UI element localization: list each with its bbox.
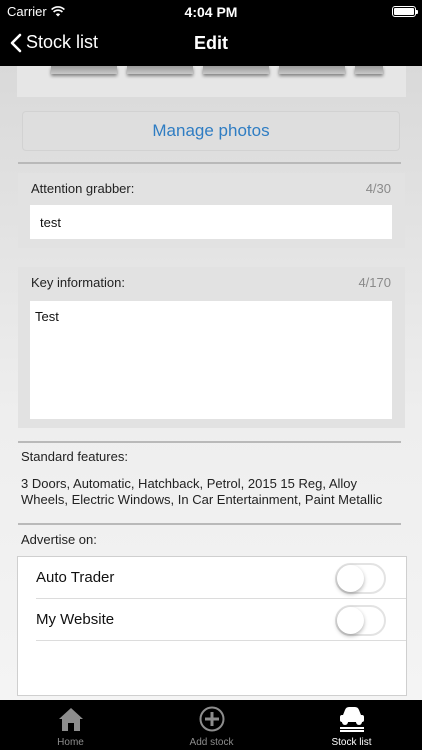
- add-circle-icon: [141, 706, 282, 737]
- divider: [18, 441, 401, 443]
- attention-grabber-input[interactable]: [30, 205, 392, 239]
- photo-thumbnail[interactable]: [127, 66, 193, 74]
- edit-form: Manage photos Attention grabber: 4/30 Ke…: [0, 66, 422, 700]
- chevron-left-icon: [10, 33, 22, 52]
- switch-knob: [337, 565, 364, 592]
- key-information-count: 4/170: [358, 275, 391, 290]
- auto-trader-label: Auto Trader: [36, 569, 115, 586]
- photo-thumbnail[interactable]: [279, 66, 345, 74]
- auto-trader-switch[interactable]: [335, 563, 386, 594]
- tab-bar: Home Add stock Stock list: [0, 700, 422, 750]
- row-separator: [36, 640, 406, 641]
- key-information-label: Key information:: [31, 275, 125, 290]
- tab-home[interactable]: Home: [0, 700, 141, 750]
- photo-thumbnail[interactable]: [203, 66, 269, 74]
- advertise-options: Auto Trader My Website: [17, 556, 407, 696]
- key-information-textarea[interactable]: Test: [30, 301, 392, 419]
- photo-strip[interactable]: [17, 66, 406, 97]
- tab-add-stock[interactable]: Add stock: [141, 700, 282, 750]
- navigation-bar: Stock list Edit: [0, 22, 422, 66]
- tab-add-stock-label: Add stock: [189, 737, 234, 748]
- standard-features-text: 3 Doors, Automatic, Hatchback, Petrol, 2…: [21, 476, 383, 507]
- attention-grabber-label: Attention grabber:: [31, 181, 135, 196]
- standard-features-label: Standard features:: [21, 449, 128, 464]
- status-bar: Carrier 4:04 PM: [0, 0, 422, 22]
- tab-stock-list[interactable]: Stock list: [281, 700, 422, 750]
- attention-grabber-count: 4/30: [365, 181, 391, 196]
- divider: [18, 162, 401, 164]
- my-website-label: My Website: [36, 611, 115, 628]
- back-button-label: Stock list: [26, 32, 99, 52]
- car-list-icon: [281, 706, 422, 737]
- key-information-panel: Key information: 4/170 Test: [18, 267, 405, 428]
- tab-stock-list-label: Stock list: [331, 737, 372, 748]
- status-time: 4:04 PM: [184, 4, 238, 20]
- home-icon: [0, 706, 141, 737]
- photo-thumbnail[interactable]: [51, 66, 117, 74]
- attention-grabber-panel: Attention grabber: 4/30: [18, 173, 405, 248]
- switch-knob: [337, 607, 364, 634]
- my-website-switch[interactable]: [335, 605, 386, 636]
- toggle-row-my-website: My Website: [18, 599, 406, 641]
- advertise-on-label: Advertise on:: [21, 532, 97, 547]
- photo-thumbnail[interactable]: [355, 66, 383, 74]
- divider: [18, 523, 401, 525]
- back-button[interactable]: Stock list: [10, 32, 98, 53]
- tab-home-label: Home: [57, 737, 84, 748]
- manage-photos-button[interactable]: Manage photos: [22, 111, 400, 151]
- battery-icon: [392, 6, 418, 17]
- toggle-row-auto-trader: Auto Trader: [18, 557, 406, 599]
